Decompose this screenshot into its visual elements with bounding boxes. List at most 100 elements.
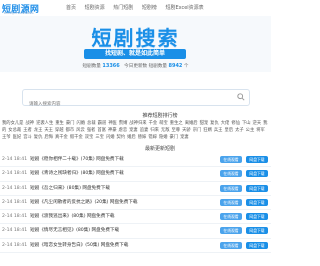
hot-tag[interactable]: 甜宠 bbox=[200, 121, 209, 126]
download-button[interactable]: 网盘下载 bbox=[246, 241, 268, 249]
total-label: 短剧数量 bbox=[82, 64, 101, 69]
hot-tag[interactable]: 狂婿 bbox=[203, 128, 212, 133]
watch-online-button[interactable]: 在线观看 bbox=[220, 184, 242, 192]
hot-tag-cloud: 我的女儿是 战神 逆袭人生 重生 豪门 闪婚 总裁 霸道 神医 赘婿 战神归来 千金 萌宝 重生之 离婚后甜… bbox=[2, 120, 269, 141]
hot-tag[interactable]: 大佬 bbox=[221, 121, 230, 126]
hot-tag[interactable]: 无敌 bbox=[161, 128, 170, 133]
download-button[interactable]: 网盘下载 bbox=[246, 184, 268, 192]
hot-tag[interactable]: 穿越 bbox=[55, 128, 64, 133]
hot-tag[interactable]: 宫斗 bbox=[23, 135, 32, 140]
hot-tag[interactable]: 风云 bbox=[76, 128, 85, 133]
hot-tag[interactable]: 神医 bbox=[108, 121, 117, 126]
hot-tag[interactable]: 萌宝 bbox=[159, 121, 168, 126]
hot-tag[interactable]: 后悔 bbox=[44, 135, 53, 140]
hot-tag[interactable]: 首富 bbox=[97, 128, 106, 133]
watch-online-button[interactable]: 在线观看 bbox=[220, 241, 242, 249]
hot-tag[interactable]: 复仇 bbox=[210, 121, 219, 126]
list-item-link[interactable]: 2-14 18:41 短剧《吾之归来》(80集) 网盘免费下载 bbox=[2, 185, 110, 191]
list-item-link[interactable]: 2-14 18:41 短剧《稳你相伴二十载》(70集) 网盘免费下载 bbox=[2, 156, 124, 162]
hot-tag[interactable]: 隐婚 bbox=[159, 135, 168, 140]
hot-tag[interactable]: 将军 bbox=[256, 128, 265, 133]
hot-tag[interactable]: 逆袭人生 bbox=[36, 121, 53, 126]
search-box bbox=[22, 89, 250, 111]
hot-tag[interactable]: 千金 bbox=[149, 121, 158, 126]
hot-tag[interactable]: 天王 bbox=[44, 128, 53, 133]
search-icon[interactable] bbox=[237, 93, 245, 101]
hot-tag[interactable]: 重生 bbox=[55, 121, 64, 126]
list-item-date: 2-14 18:41 bbox=[2, 157, 28, 162]
hot-tag[interactable]: 下山 bbox=[242, 121, 251, 126]
list-item-date: 2-14 18:41 bbox=[2, 199, 28, 205]
latest-heading: 最新更新短剧 bbox=[144, 146, 175, 152]
hot-tag[interactable]: 闪婚 bbox=[76, 121, 85, 126]
hot-tag[interactable]: 契约 bbox=[117, 135, 126, 140]
today-unit: 个 bbox=[183, 64, 189, 69]
hot-tag[interactable]: 天骄 bbox=[182, 128, 191, 133]
hot-tag[interactable]: 医妃 bbox=[13, 135, 22, 140]
hot-tag[interactable]: 兵王 bbox=[214, 128, 223, 133]
hot-tag[interactable]: 我的女儿是 bbox=[2, 121, 23, 126]
hot-tag[interactable]: 宗门 bbox=[193, 128, 202, 133]
hot-tag[interactable]: 赘婿 bbox=[119, 121, 128, 126]
nav-item-hot[interactable]: 热门短剧 bbox=[113, 5, 133, 11]
hot-tag[interactable]: 错嫁 bbox=[148, 135, 157, 140]
list-item-title: 短剧《凡尘闲散者的反抗之路》(20集) 网盘免费下载 bbox=[30, 199, 138, 205]
download-button[interactable]: 网盘下载 bbox=[246, 156, 268, 163]
hot-tag[interactable]: 龙王 bbox=[34, 128, 43, 133]
watch-online-button[interactable]: 在线观看 bbox=[220, 213, 242, 221]
hot-tag[interactable]: 重生之 bbox=[170, 121, 183, 126]
hot-tag[interactable]: 归来 bbox=[150, 128, 159, 133]
hot-tag[interactable]: 豪门 bbox=[170, 135, 179, 140]
download-button[interactable]: 网盘下载 bbox=[246, 227, 268, 235]
hot-tag[interactable]: 修仙 bbox=[231, 121, 240, 126]
hot-tag[interactable]: 逆天 bbox=[253, 121, 262, 126]
hot-tag[interactable]: 豪门 bbox=[66, 121, 75, 126]
hot-tag[interactable]: 总裁 bbox=[87, 121, 96, 126]
watch-online-button[interactable]: 在线观看 bbox=[220, 156, 242, 163]
hot-tag[interactable]: 神豪 bbox=[108, 128, 117, 133]
nav-item-resources[interactable]: 短剧资源 bbox=[85, 5, 105, 11]
hot-tag[interactable]: 宠妻 bbox=[180, 135, 189, 140]
list-item-link[interactable]: 2-14 18:41 短剧《渡我逃出来》(80集) 网盘免费下载 bbox=[2, 213, 115, 219]
hot-tag[interactable]: 双宝 bbox=[85, 135, 94, 140]
nav-item-home[interactable]: 首页 bbox=[66, 5, 76, 11]
hot-tag[interactable]: 真千金 bbox=[55, 135, 68, 140]
download-button[interactable]: 网盘下载 bbox=[246, 213, 268, 221]
hot-tag[interactable]: 虐恋 bbox=[119, 128, 128, 133]
hot-tag[interactable]: 战神 bbox=[25, 121, 34, 126]
main-menu: 首页 短剧资源 热门短剧 短剧榜 短剧Excel资源表 bbox=[66, 4, 211, 11]
hot-tag[interactable]: 皇后 bbox=[224, 128, 233, 133]
hot-tag[interactable]: 女总裁 bbox=[8, 128, 21, 133]
watch-online-button[interactable]: 在线观看 bbox=[220, 198, 242, 206]
hot-tag[interactable]: 王爷 bbox=[2, 135, 11, 140]
hot-tag[interactable]: 离婚后 bbox=[185, 121, 198, 126]
list-item-link[interactable]: 2-14 18:41 短剧《凡尘闲散者的反抗之路》(20集) 网盘免费下载 bbox=[2, 199, 138, 205]
hot-tag[interactable]: 王者 bbox=[23, 128, 32, 133]
hot-tag[interactable]: 都市 bbox=[66, 128, 75, 133]
hot-tag[interactable]: 婚后 bbox=[127, 135, 136, 140]
hot-tag[interactable]: 公主 bbox=[246, 128, 255, 133]
hot-tag[interactable]: 替嫁 bbox=[138, 135, 147, 140]
download-button[interactable]: 网盘下载 bbox=[246, 170, 268, 178]
nav-item-excel[interactable]: 短剧Excel资源表 bbox=[165, 5, 203, 11]
hot-tag[interactable]: 战神归来 bbox=[129, 121, 146, 126]
download-button[interactable]: 网盘下载 bbox=[246, 198, 268, 206]
hot-tag[interactable]: 复仇 bbox=[34, 135, 43, 140]
list-item-link[interactable]: 2-14 18:41 短剧《青诗之残缺者归》(80集) 网盘免费下载 bbox=[2, 170, 124, 176]
hot-tag[interactable]: 闪婚 bbox=[106, 135, 115, 140]
hot-tag[interactable]: 太子 bbox=[235, 128, 244, 133]
hot-tag[interactable]: 追妻 bbox=[140, 128, 149, 133]
hot-tag[interactable]: 至尊 bbox=[172, 128, 181, 133]
hot-tag[interactable]: 宠妻 bbox=[129, 128, 138, 133]
hot-tag[interactable]: 三宝 bbox=[95, 135, 104, 140]
hero-banner: 短剧搜索 找短剧、就是如此简单 短剧数量 13366 今日更新数 短剧数量 89… bbox=[0, 16, 271, 72]
watch-online-button[interactable]: 在线观看 bbox=[220, 170, 242, 178]
list-item-link[interactable]: 2-14 18:41 短剧《情尽无言相见》(80集) 网盘免费下载 bbox=[2, 227, 119, 233]
search-input[interactable] bbox=[23, 98, 229, 111]
list-item-link[interactable]: 2-14 18:41 短剧《暗恋女生转身告白》(50集) 网盘免费下载 bbox=[2, 242, 128, 248]
hot-tag[interactable]: 霸道 bbox=[98, 121, 107, 126]
watch-online-button[interactable]: 在线观看 bbox=[220, 227, 242, 235]
nav-item-rank[interactable]: 短剧榜 bbox=[142, 5, 157, 11]
hot-tag[interactable]: 假千金 bbox=[70, 135, 83, 140]
hot-tag[interactable]: 强者 bbox=[87, 128, 96, 133]
